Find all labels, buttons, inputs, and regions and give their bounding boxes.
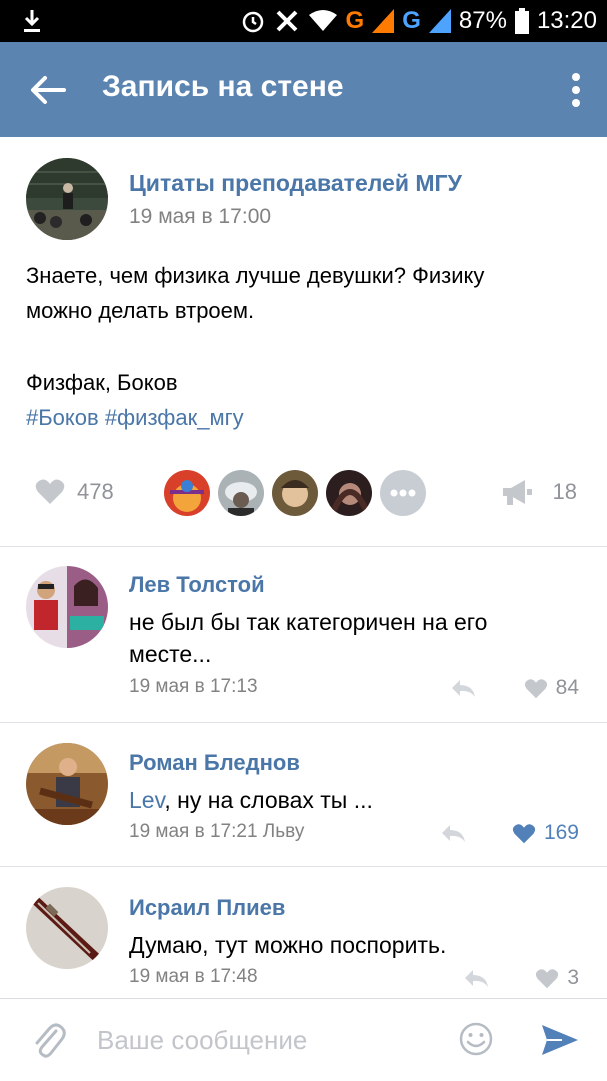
comment-like-button[interactable]: 84: [524, 676, 579, 700]
heart-filled-icon: [512, 823, 536, 843]
reply-icon[interactable]: [440, 823, 466, 843]
liker-avatar[interactable]: [326, 470, 372, 516]
heart-icon: [536, 968, 559, 988]
comment-author[interactable]: Исраил Плиев: [129, 895, 285, 921]
heart-icon: [524, 678, 547, 698]
mention-link[interactable]: Lev: [129, 787, 164, 813]
commenter-avatar[interactable]: [26, 887, 108, 969]
comment-like-count: 84: [555, 676, 579, 699]
like-button[interactable]: 478: [35, 478, 114, 505]
more-likers-button[interactable]: [380, 470, 426, 516]
comment-like-button[interactable]: 3: [535, 966, 579, 990]
dots-icon: [390, 489, 416, 497]
commenter-avatar[interactable]: [26, 566, 108, 648]
comment-author[interactable]: Роман Бледнов: [129, 750, 300, 776]
liker-avatar[interactable]: [164, 470, 210, 516]
divider: [0, 866, 607, 867]
commenter-avatar[interactable]: [26, 743, 108, 825]
post-body: Знаете, чем физика лучше девушки? Физику…: [26, 258, 586, 435]
heart-icon: [35, 479, 65, 504]
comment-meta: 19 мая в 17:21 Льву: [129, 821, 305, 842]
like-count: 478: [77, 478, 114, 504]
status-bar: G G 87% 13:20: [0, 0, 607, 42]
repost-count: 18: [552, 479, 577, 504]
x-app-icon: [276, 10, 297, 32]
clock: 13:20: [536, 7, 597, 34]
back-arrow-icon[interactable]: [28, 70, 68, 110]
comment-meta: 19 мая в 17:48: [129, 966, 258, 987]
divider: [0, 722, 607, 723]
battery-percent: 87%: [458, 7, 507, 34]
post-date: 19 мая в 17:00: [129, 205, 272, 228]
comment-text-rest: , ну на словах ты ...: [164, 787, 373, 813]
comment-like-count: 169: [543, 821, 579, 844]
wifi-icon: [308, 10, 337, 31]
message-input[interactable]: Ваше сообщение: [97, 1025, 307, 1056]
comment-author[interactable]: Лев Толстой: [129, 572, 265, 598]
comment-like-button[interactable]: 169: [512, 821, 579, 845]
comment-meta: 19 мая в 17:13: [129, 676, 258, 697]
page-title: Запись на стене: [102, 70, 344, 103]
comment-text-line: не был бы так категоричен на его: [129, 609, 488, 635]
reply-icon[interactable]: [450, 678, 476, 698]
liker-avatar[interactable]: [218, 470, 264, 516]
repost-button[interactable]: 18: [501, 478, 577, 506]
alarm-icon: [242, 11, 263, 33]
app-bar: Запись на стене: [0, 42, 607, 137]
post-text-line: Знаете, чем физика лучше девушки? Физику: [26, 263, 485, 288]
comment-like-count: 3: [567, 966, 579, 989]
network-type-2: G: [402, 7, 421, 34]
community-avatar[interactable]: [26, 158, 108, 240]
comment-text-line: месте...: [129, 641, 212, 667]
post-stats: 478 18: [0, 462, 607, 526]
megaphone-icon: [502, 480, 532, 505]
network-type-1: G: [345, 7, 365, 34]
battery-icon: [514, 8, 529, 34]
post-hashtags[interactable]: #Боков #физфак_мгу: [26, 400, 586, 435]
emoji-icon[interactable]: [458, 1021, 494, 1057]
post-author[interactable]: Цитаты преподавателей МГУ: [129, 170, 462, 197]
signal-icon-2: [428, 9, 451, 33]
divider: [0, 546, 607, 547]
post-signature: Физфак, Боков: [26, 370, 178, 395]
download-icon: [24, 10, 40, 32]
comment-text-line: Думаю, тут можно поспорить.: [129, 932, 447, 958]
comment-text: Думаю, тут можно поспорить.: [129, 929, 579, 961]
paperclip-icon[interactable]: [32, 1021, 66, 1061]
signal-icon-1: [372, 9, 395, 33]
post-text-line: можно делать втроем.: [26, 298, 255, 323]
send-icon[interactable]: [540, 1023, 580, 1057]
reply-icon[interactable]: [463, 968, 489, 988]
message-composer: Ваше сообщение: [0, 998, 607, 1081]
comment-text: не был бы так категоричен на его месте..…: [129, 606, 579, 670]
comment-text: Lev, ну на словах ты ...: [129, 784, 579, 816]
more-vert-icon[interactable]: [571, 72, 581, 108]
liker-avatar[interactable]: [272, 470, 318, 516]
